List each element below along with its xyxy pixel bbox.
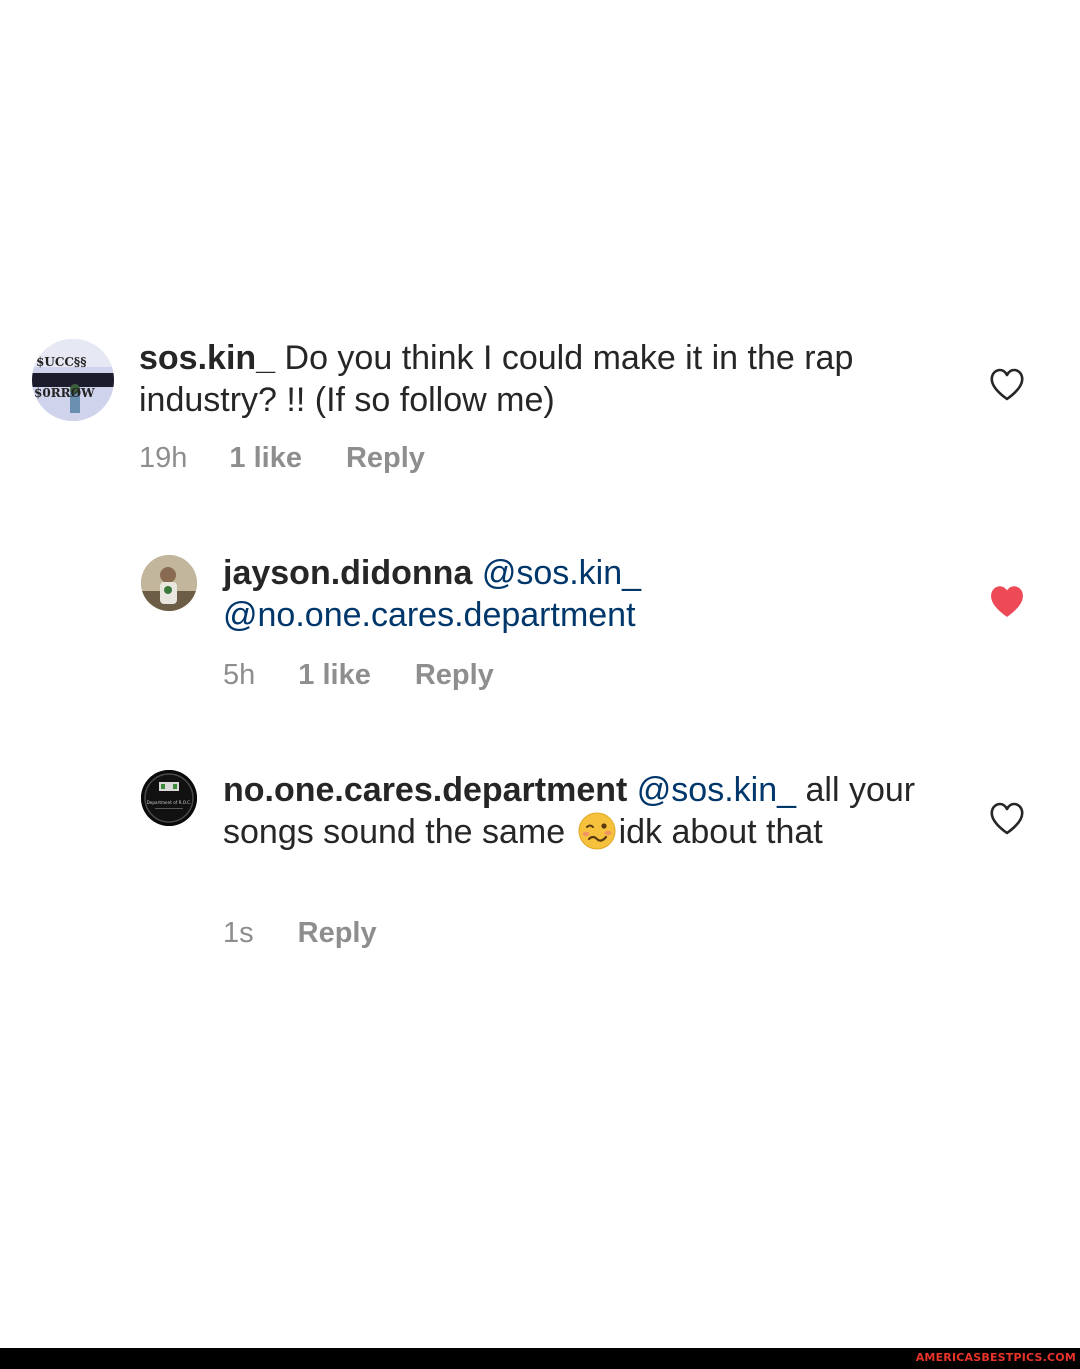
mention-link[interactable]: @sos.kin_ — [637, 771, 796, 809]
likes-count[interactable]: 1 like — [298, 659, 371, 692]
avatar[interactable]: Department of R.O.C. — [141, 770, 197, 826]
reply-button[interactable]: Reply — [346, 442, 425, 475]
mention-link[interactable]: @no.one.cares.department — [223, 596, 636, 634]
mention-link[interactable]: @sos.kin_ — [482, 554, 641, 592]
heart-outline-icon[interactable] — [989, 802, 1025, 836]
heart-filled-icon[interactable] — [989, 585, 1025, 619]
avatar-text-bottom: $0RRØW — [34, 386, 95, 400]
comment-body: no.one.cares.department @sos.kin_ all yo… — [223, 769, 943, 853]
reply-button[interactable]: Reply — [415, 659, 494, 692]
comment-text: idk about that — [618, 813, 823, 851]
comment-body: jayson.didonna @sos.kin_ @no.one.cares.d… — [223, 552, 943, 636]
reply-button[interactable]: Reply — [298, 917, 377, 950]
avatar-image: $UCC§§ $0RRØW — [32, 339, 114, 421]
comment-username[interactable]: jayson.didonna — [223, 554, 472, 592]
comment-meta: 19h 1 like Reply — [139, 442, 425, 475]
avatar-image: Department of R.O.C. — [141, 770, 197, 826]
comment-time: 19h — [139, 442, 188, 474]
comment-username[interactable]: sos.kin_ — [139, 339, 275, 377]
comment-meta: 5h 1 like Reply — [223, 659, 494, 692]
woozy-face-emoji-icon — [578, 812, 616, 850]
comment-username[interactable]: no.one.cares.department — [223, 771, 627, 809]
avatar-image — [141, 555, 197, 611]
comment-meta: 1s Reply — [223, 917, 377, 950]
heart-outline-icon[interactable] — [989, 368, 1025, 402]
avatar-text-top: $UCC§§ — [36, 355, 86, 369]
comment-body: sos.kin_ Do you think I could make it in… — [139, 337, 939, 421]
comment-time: 5h — [223, 659, 256, 691]
avatar-text: Department of R.O.C. — [147, 800, 192, 805]
likes-count[interactable]: 1 like — [229, 442, 302, 475]
avatar[interactable] — [141, 555, 197, 611]
comment-time: 1s — [223, 917, 254, 949]
watermark-text: AMERICASBESTPICS.COM — [915, 1351, 1076, 1364]
avatar[interactable]: $UCC§§ $0RRØW — [32, 339, 114, 421]
